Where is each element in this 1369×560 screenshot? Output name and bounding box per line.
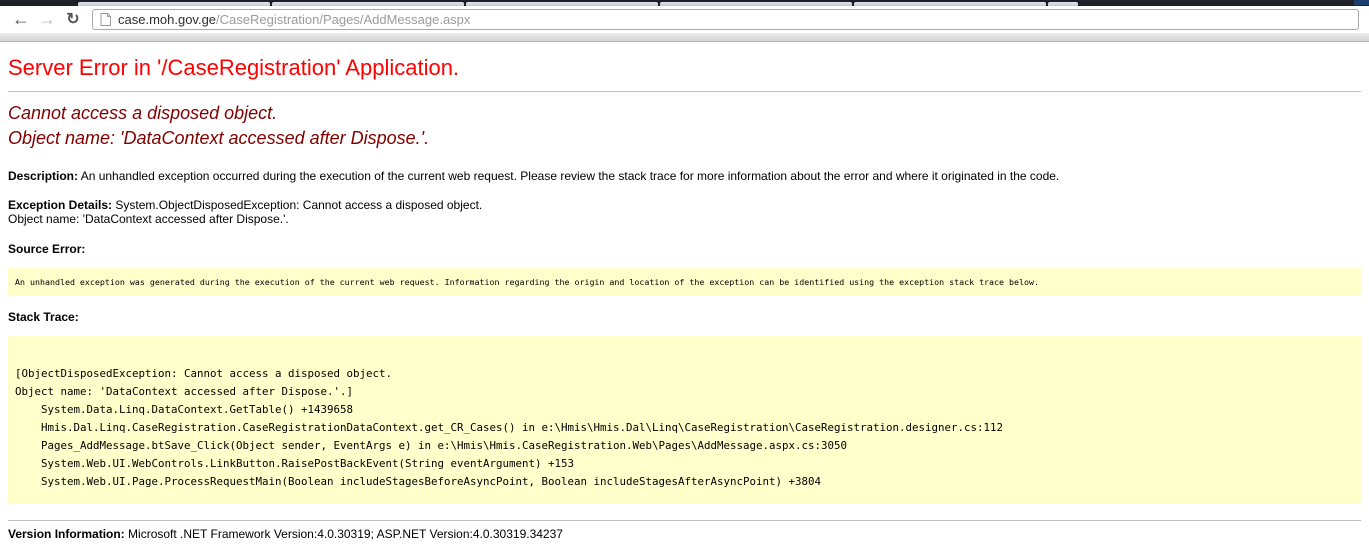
browser-toolbar: ← → ↻ case.moh.gov.ge/CaseRegistration/P… (0, 6, 1369, 33)
source-error-box: An unhandled exception was generated dur… (8, 268, 1361, 296)
description-section: Description: An unhandled exception occu… (8, 169, 1361, 183)
exception-details-line1: System.ObjectDisposedException: Cannot a… (115, 198, 482, 212)
source-error-section: Source Error: (8, 242, 1361, 256)
browser-tab[interactable] (466, 2, 658, 6)
stack-trace-box: [ObjectDisposedException: Cannot access … (8, 336, 1361, 504)
browser-chrome: ← → ↻ case.moh.gov.ge/CaseRegistration/P… (0, 0, 1369, 42)
stack-trace-label: Stack Trace: (8, 310, 79, 324)
exception-details-line2: Object name: 'DataContext accessed after… (8, 212, 289, 226)
error-page: Server Error in '/CaseRegistration' Appl… (0, 55, 1369, 541)
url-path: /CaseRegistration/Pages/AddMessage.aspx (216, 12, 470, 27)
back-button[interactable]: ← (8, 6, 34, 33)
tab-strip (0, 0, 1369, 6)
version-info-section: Version Information: Microsoft .NET Fram… (8, 527, 1361, 541)
error-subtitle: Cannot access a disposed object. Object n… (8, 101, 1361, 151)
page-title: Server Error in '/CaseRegistration' Appl… (8, 55, 1361, 81)
forward-button[interactable]: → (34, 6, 60, 33)
version-info-label: Version Information: (8, 527, 125, 541)
url-text[interactable]: case.moh.gov.ge/CaseRegistration/Pages/A… (118, 12, 470, 27)
refresh-button[interactable]: ↻ (60, 6, 86, 33)
source-error-text: An unhandled exception was generated dur… (8, 268, 1361, 296)
url-bar[interactable]: case.moh.gov.ge/CaseRegistration/Pages/A… (92, 9, 1359, 30)
stack-trace-text: [ObjectDisposedException: Cannot access … (8, 336, 1361, 504)
browser-tab[interactable] (660, 2, 852, 6)
stack-trace-section: Stack Trace: (8, 310, 1361, 324)
error-subtitle-line1: Cannot access a disposed object. (8, 103, 277, 123)
exception-details-section: Exception Details: System.ObjectDisposed… (8, 198, 1361, 226)
browser-tab[interactable] (1048, 2, 1078, 6)
browser-tab[interactable] (78, 2, 270, 6)
url-host: case.moh.gov.ge (118, 12, 216, 27)
toolbar-bottom-strip (0, 33, 1369, 42)
title-divider (8, 91, 1361, 92)
browser-tab[interactable] (854, 2, 1046, 6)
error-subtitle-line2: Object name: 'DataContext accessed after… (8, 128, 429, 148)
description-text: An unhandled exception occurred during t… (81, 169, 1060, 183)
browser-tab[interactable] (272, 2, 464, 6)
exception-details-label: Exception Details: (8, 198, 112, 212)
footer-divider (8, 520, 1361, 521)
version-info-text: Microsoft .NET Framework Version:4.0.303… (128, 527, 563, 541)
page-document-icon (100, 13, 111, 26)
description-label: Description: (8, 169, 78, 183)
source-error-label: Source Error: (8, 242, 85, 256)
window-corner-decoration (1354, 0, 1369, 5)
